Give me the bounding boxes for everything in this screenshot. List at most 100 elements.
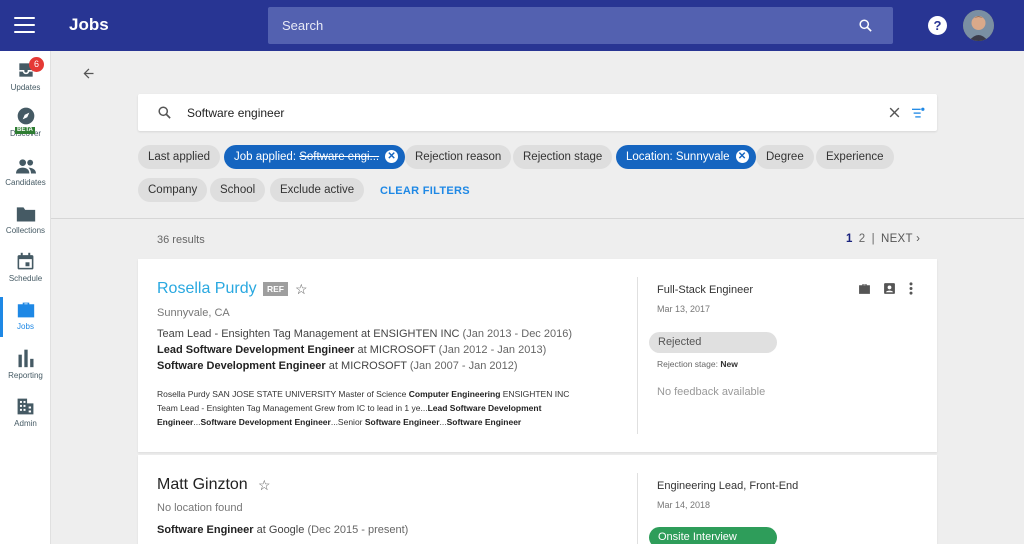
candidate-card[interactable]: Rosella Purdy REF ☆ Sunnyvale, CA Team L… (138, 259, 937, 452)
top-app-bar: Jobs ? (0, 0, 1024, 51)
search-icon (158, 106, 171, 119)
sidebar-item-label: Admin (14, 419, 37, 428)
star-icon[interactable]: ☆ (295, 281, 308, 298)
compass-icon (17, 107, 34, 125)
menu-icon[interactable] (14, 17, 35, 33)
candidate-location: Sunnyvale, CA (157, 307, 230, 319)
global-search[interactable] (268, 7, 893, 44)
app-title: Jobs (69, 15, 109, 34)
exp-dates: (Jan 2013 - Dec 2016) (462, 328, 572, 340)
experience-line: Lead Software Development Engineer at MI… (157, 344, 546, 356)
filter-panel: Software engineer Last applied Job appli… (51, 51, 1024, 219)
filter-chip-rejection-reason[interactable]: Rejection reason (405, 145, 512, 169)
results-count: 36 results (157, 234, 205, 246)
people-icon (15, 159, 36, 174)
exp-dates: (Dec 2015 - present) (307, 524, 409, 536)
building-icon (17, 398, 34, 415)
sidebar-item-jobs[interactable]: Jobs (0, 297, 51, 337)
card-divider (637, 277, 638, 434)
card-divider (637, 473, 638, 544)
global-search-input[interactable] (268, 7, 893, 44)
filter-chip-location[interactable]: Location: Sunnyvale ✕ (616, 145, 756, 169)
exp-company: MICROSOFT (341, 360, 407, 372)
exp-title: Team Lead - Ensighten Tag Management (157, 328, 358, 340)
briefcase-icon (17, 302, 34, 318)
beta-tag: BETA (15, 127, 35, 134)
sidebar-item-schedule[interactable]: Schedule (0, 252, 51, 283)
help-icon[interactable]: ? (928, 16, 947, 35)
sidebar-item-label: Updates (10, 83, 41, 92)
filter-chip-rejection-stage[interactable]: Rejection stage (513, 145, 613, 169)
page-link[interactable]: 1 (846, 233, 852, 245)
filter-chip-company[interactable]: Company (138, 178, 208, 202)
candidate-name-link[interactable]: Matt Ginzton (157, 476, 248, 494)
exp-at: at (328, 360, 338, 372)
rejection-stage-label: Rejection stage: (657, 359, 721, 369)
more-vert-icon[interactable] (909, 282, 913, 295)
exp-at: at (361, 328, 371, 340)
sidebar-item-label: Schedule (8, 274, 43, 283)
exp-dates: (Jan 2007 - Jan 2012) (409, 360, 518, 372)
exp-company: Google (268, 524, 305, 536)
sidebar-item-label: Candidates (5, 178, 46, 187)
briefcase-icon[interactable] (858, 283, 871, 295)
sidebar-item-candidates[interactable]: Candidates (0, 157, 51, 187)
status-badge: Rejected (649, 332, 777, 353)
query-input[interactable]: Software engineer (187, 106, 284, 120)
next-page-button[interactable]: NEXT › (881, 233, 920, 245)
chip-label-struck: Software engi... (299, 151, 380, 163)
filter-chip-last-applied[interactable]: Last applied (138, 145, 221, 169)
experience-line: Software Development Engineer at MICROSO… (157, 360, 518, 372)
filter-chip-degree[interactable]: Degree (756, 145, 814, 169)
sidebar-item-discover[interactable]: BETA Discover (0, 106, 51, 138)
filter-settings-icon[interactable] (912, 107, 925, 119)
exp-company: ENSIGHTEN INC (373, 328, 460, 340)
sidebar-item-collections[interactable]: Collections (0, 205, 51, 235)
sidebar-item-label: Collections (5, 226, 46, 235)
applied-date: Mar 13, 2017 (657, 304, 711, 314)
exp-at: at (357, 344, 367, 356)
experience-line: Team Lead - Ensighten Tag Management at … (157, 328, 572, 340)
star-icon[interactable]: ☆ (258, 477, 271, 494)
remove-chip-icon[interactable]: ✕ (735, 150, 749, 163)
close-icon[interactable] (888, 106, 901, 119)
exp-title: Software Development Engineer (157, 360, 326, 372)
search-icon[interactable] (858, 18, 873, 33)
sidebar-item-updates[interactable]: 6 Updates (0, 57, 51, 92)
filter-chip-exclude-active[interactable]: Exclude active (270, 178, 365, 202)
rejection-stage-value: New (720, 359, 738, 369)
candidate-name-link[interactable]: Rosella Purdy (157, 280, 257, 298)
candidate-location: No location found (157, 502, 243, 514)
sidebar-item-label: Reporting (8, 371, 43, 380)
applied-job-title[interactable]: Engineering Lead, Front-End (657, 480, 798, 492)
filter-chip-job-applied[interactable]: Job applied: Software engi... ✕ (224, 145, 406, 169)
applied-job-title[interactable]: Full-Stack Engineer (657, 284, 753, 296)
exp-dates: (Jan 2012 - Jan 2013) (438, 344, 547, 356)
query-bar[interactable]: Software engineer (138, 94, 937, 131)
sidebar: 6 Updates BETA Discover Candidates Colle… (0, 51, 51, 544)
avatar[interactable] (963, 10, 994, 41)
filter-chip-experience[interactable]: Experience (816, 145, 894, 169)
notification-badge: 6 (29, 57, 44, 72)
sidebar-item-admin[interactable]: Admin (0, 397, 51, 428)
filter-chip-school[interactable]: School (210, 178, 266, 202)
back-arrow-icon[interactable] (81, 66, 96, 81)
sidebar-item-reporting[interactable]: Reporting (0, 348, 51, 380)
contact-card-icon[interactable] (883, 282, 896, 295)
chip-label: Job applied: (234, 151, 300, 163)
exp-at: at (256, 524, 266, 536)
page-link[interactable]: 2 (859, 233, 865, 245)
feedback-status: No feedback available (657, 386, 766, 398)
sidebar-item-label: Jobs (17, 322, 34, 331)
resume-snippet: Rosella Purdy SAN JOSE STATE UNIVERSITY … (157, 389, 570, 427)
experience-line: Software Engineer at Google (Dec 2015 - … (157, 524, 408, 536)
pagination: 1 2 | NEXT › (846, 233, 921, 245)
candidate-card[interactable]: Matt Ginzton ☆ No location found Softwar… (138, 455, 937, 544)
referral-tag: REF (263, 282, 288, 296)
status-badge: Onsite Interview (649, 527, 777, 544)
remove-chip-icon[interactable]: ✕ (385, 150, 399, 163)
clear-filters-button[interactable]: CLEAR FILTERS (380, 185, 470, 197)
chip-label: Location: Sunnyvale (626, 151, 730, 163)
next-label: NEXT (880, 233, 913, 245)
exp-title: Software Engineer (157, 524, 254, 536)
